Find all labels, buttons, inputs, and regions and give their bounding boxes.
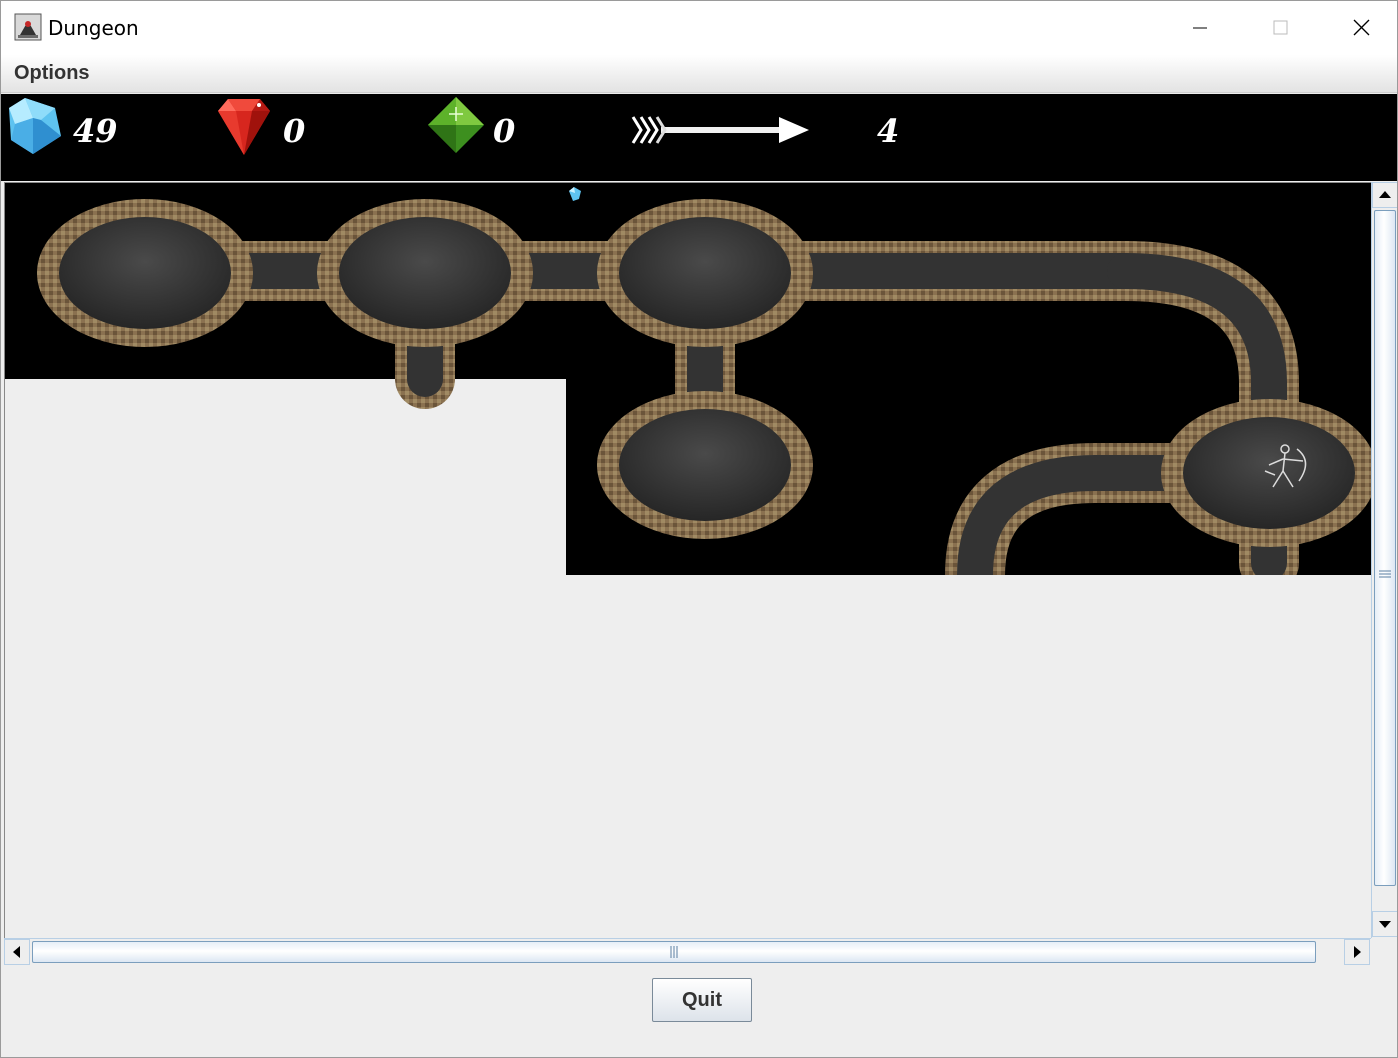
menu-options[interactable]: Options <box>14 62 90 85</box>
scroll-up-button[interactable] <box>1372 182 1397 208</box>
red-ruby-icon <box>218 99 270 155</box>
grip-icon <box>1379 570 1391 578</box>
inventory-emerald: 0 <box>421 94 621 181</box>
menu-bar: Options <box>1 55 1397 93</box>
scroll-up-icon <box>1379 191 1391 198</box>
dungeon-map[interactable] <box>5 183 1372 575</box>
game-viewport[interactable] <box>4 182 1372 938</box>
scroll-right-icon <box>1354 946 1361 958</box>
scroll-left-icon <box>13 946 20 958</box>
window-title: Dungeon <box>48 16 139 40</box>
emerald-count: 0 <box>493 112 516 150</box>
blue-diamond-icon <box>9 98 61 154</box>
grip-icon <box>670 946 678 958</box>
inventory-treasure: 49 <box>1 94 201 181</box>
vertical-scroll-thumb[interactable] <box>1374 210 1396 886</box>
maximize-icon <box>1273 20 1288 35</box>
title-bar[interactable]: Dungeon <box>1 1 1397 55</box>
inventory-bar: 49 0 0 4 <box>1 94 1397 181</box>
ruby-count: 0 <box>283 112 306 150</box>
inventory-arrows: 4 <box>631 94 931 181</box>
quit-button[interactable]: Quit <box>652 978 752 1022</box>
close-button[interactable] <box>1321 1 1397 55</box>
java-app-icon <box>14 13 42 41</box>
scroll-left-button[interactable] <box>4 939 30 965</box>
inventory-ruby: 0 <box>211 94 411 181</box>
treasure-count: 49 <box>73 112 118 150</box>
green-emerald-icon <box>428 97 484 153</box>
scroll-down-button[interactable] <box>1372 911 1397 937</box>
arrow-count: 4 <box>877 112 900 150</box>
arrow-icon <box>631 116 809 144</box>
horizontal-scrollbar[interactable] <box>4 938 1371 965</box>
maximize-button[interactable] <box>1241 1 1321 55</box>
dungeon-window: Dungeon Options 49 0 0 4 Quit <box>0 0 1398 1058</box>
horizontal-scroll-thumb[interactable] <box>32 941 1316 963</box>
scroll-right-button[interactable] <box>1344 939 1370 965</box>
scroll-down-icon <box>1379 921 1391 928</box>
minimize-button[interactable] <box>1161 1 1241 55</box>
minimize-icon <box>1193 27 1207 29</box>
close-icon <box>1353 19 1370 36</box>
bottom-bar: Quit <box>1 965 1397 1057</box>
vertical-scrollbar[interactable] <box>1371 182 1397 938</box>
treasure-marker <box>569 187 581 201</box>
